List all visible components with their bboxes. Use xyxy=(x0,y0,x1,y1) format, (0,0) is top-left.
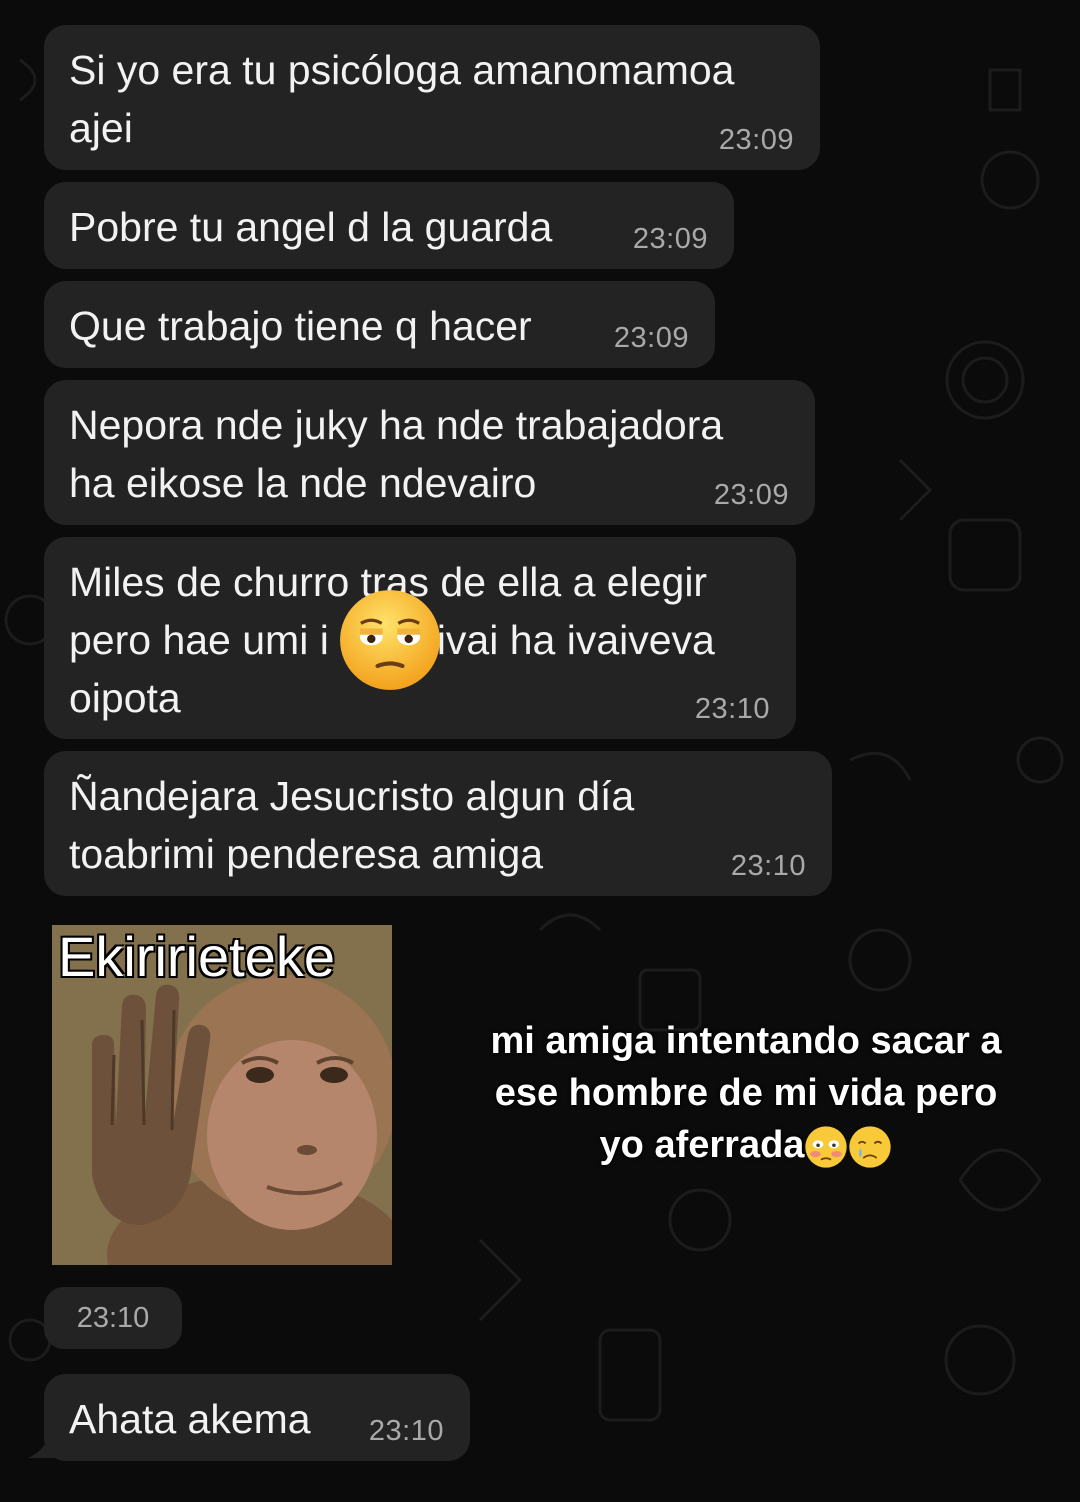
message-text: ivai ha ivaiveva xyxy=(436,617,715,663)
overlay-line: mi amiga intentando sacar a xyxy=(490,1020,1002,1062)
sticker-timestamp: 23:10 xyxy=(44,1287,182,1349)
message-timestamp: 23:10 xyxy=(730,850,806,882)
pleading-face-emoji xyxy=(340,590,440,690)
sticker-caption: Ekiririeteke xyxy=(58,925,335,988)
flushed-face-emoji xyxy=(805,1126,848,1168)
message-text: toabrimi penderesa amiga xyxy=(69,831,544,877)
message-bubble[interactable]: Que trabajo tiene q hacer 23:09 xyxy=(44,281,715,368)
message-text: Pobre tu angel d la guarda xyxy=(69,204,553,250)
message-bubble[interactable]: Ñandejara Jesucristo algun día toabrimi … xyxy=(44,751,832,896)
message-text: Ñandejara Jesucristo algun día xyxy=(69,773,635,819)
message-bubble[interactable]: Pobre tu angel d la guarda 23:09 xyxy=(44,182,734,269)
message-bubble[interactable]: Si yo era tu psicóloga amanomamoa ajei 2… xyxy=(44,25,820,170)
message-text: ajei xyxy=(69,105,133,151)
message-text: ha eikose la nde ndevairo xyxy=(69,460,537,506)
message-text: Nepora nde juky ha nde trabajadora xyxy=(69,402,724,448)
message-timestamp: 23:10 xyxy=(694,693,770,725)
overlay-line: ese hombre de mi vida pero xyxy=(494,1072,998,1114)
message-bubble[interactable]: Ahata akema 23:10 xyxy=(44,1374,470,1461)
message-bubble[interactable]: Nepora nde juky ha nde trabajadora ha ei… xyxy=(44,380,815,525)
message-timestamp: 23:10 xyxy=(368,1415,444,1447)
message-text: pero hae umi i xyxy=(69,617,329,663)
overlay-caption: mi amiga intentando sacar a ese hombre d… xyxy=(458,1015,1034,1171)
message-text: Si yo era tu psicóloga amanomamoa xyxy=(69,47,735,93)
overlay-line: yo aferrada xyxy=(599,1124,805,1166)
crying-face-emoji xyxy=(849,1126,892,1168)
message-timestamp: 23:09 xyxy=(713,479,789,511)
message-text: Que trabajo tiene q hacer xyxy=(69,303,532,349)
message-timestamp: 23:09 xyxy=(613,322,689,354)
message-timestamp: 23:09 xyxy=(632,223,708,255)
message-timestamp: 23:09 xyxy=(718,124,794,156)
